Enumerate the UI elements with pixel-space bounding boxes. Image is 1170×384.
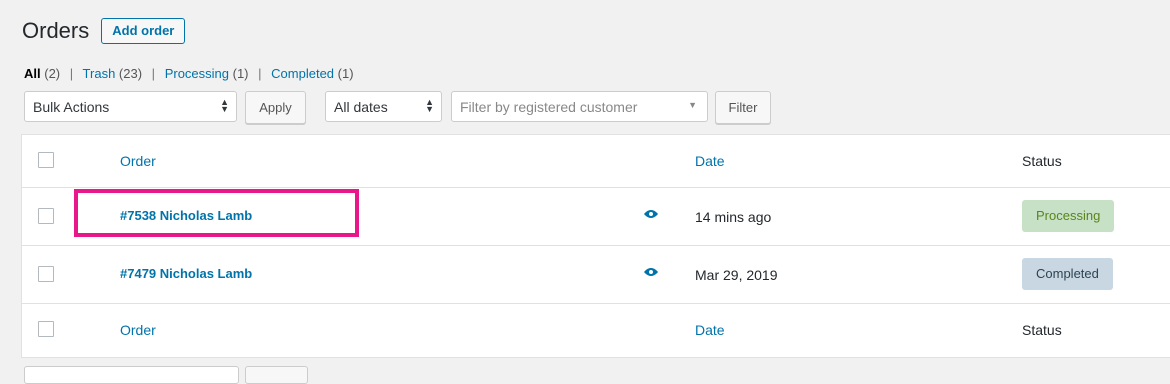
- order-column-header[interactable]: Order: [120, 153, 156, 169]
- date-column-footer[interactable]: Date: [695, 322, 725, 338]
- apply-button[interactable]: Apply: [245, 91, 306, 124]
- order-link[interactable]: #7479 Nicholas Lamb: [120, 266, 252, 281]
- filter-processing-count: (1): [232, 66, 249, 81]
- filter-trash-count: (23): [118, 66, 143, 81]
- row-checkbox[interactable]: [38, 266, 54, 282]
- bottom-bulk-actions-select[interactable]: [24, 366, 239, 384]
- bulk-actions-value: Bulk Actions: [33, 98, 110, 115]
- eye-icon[interactable]: [642, 207, 660, 225]
- page-header: Orders Add order: [22, 18, 186, 44]
- eye-icon[interactable]: [642, 265, 660, 283]
- page-title: Orders: [22, 18, 90, 43]
- caret-down-icon: ▼: [688, 100, 697, 110]
- updown-arrows-icon: ▲ ▼: [425, 97, 434, 114]
- orders-table: Order Date Status #7538 Nicholas Lamb 14…: [21, 134, 1170, 358]
- date-column-header[interactable]: Date: [695, 153, 725, 169]
- filter-button[interactable]: Filter: [715, 91, 771, 124]
- status-badge: Processing: [1022, 200, 1115, 232]
- select-all-checkbox-footer[interactable]: [38, 321, 54, 337]
- filter-all-count: (2): [44, 66, 61, 81]
- highlight-box: [74, 189, 359, 237]
- updown-arrows-icon: ▲ ▼: [220, 97, 229, 114]
- order-column-footer[interactable]: Order: [120, 322, 156, 338]
- row-checkbox[interactable]: [38, 208, 54, 224]
- filter-all-link[interactable]: All: [24, 66, 41, 81]
- select-all-checkbox[interactable]: [38, 152, 54, 168]
- customer-filter-placeholder: Filter by registered customer: [460, 98, 638, 115]
- dates-value: All dates: [334, 98, 388, 115]
- status-column-header: Status: [1022, 153, 1062, 169]
- table-row: #7479 Nicholas Lamb Mar 29, 2019 Complet…: [22, 245, 1170, 304]
- bulk-actions-select[interactable]: Bulk Actions ▲ ▼: [24, 91, 237, 122]
- dates-select[interactable]: All dates ▲ ▼: [325, 91, 442, 122]
- table-header-row: Order Date Status: [22, 135, 1170, 188]
- order-date: 14 mins ago: [695, 209, 772, 225]
- separator: |: [258, 66, 262, 81]
- table-footer-row: Order Date Status: [22, 303, 1170, 356]
- add-order-button[interactable]: Add order: [101, 18, 186, 44]
- filter-trash-link[interactable]: Trash: [83, 66, 116, 81]
- separator: |: [69, 66, 74, 81]
- order-date: Mar 29, 2019: [695, 267, 778, 283]
- separator: |: [151, 66, 156, 81]
- filter-completed-count: (1): [337, 66, 354, 81]
- filter-completed-link[interactable]: Completed: [271, 66, 334, 81]
- status-filter-links: All (2) | Trash (23) | Processing (1) | …: [24, 66, 354, 81]
- filter-processing-link[interactable]: Processing: [165, 66, 229, 81]
- status-badge: Completed: [1022, 258, 1113, 290]
- bottom-apply-button[interactable]: [245, 366, 308, 384]
- status-column-footer: Status: [1022, 322, 1062, 338]
- customer-filter-input[interactable]: Filter by registered customer ▼: [451, 91, 708, 122]
